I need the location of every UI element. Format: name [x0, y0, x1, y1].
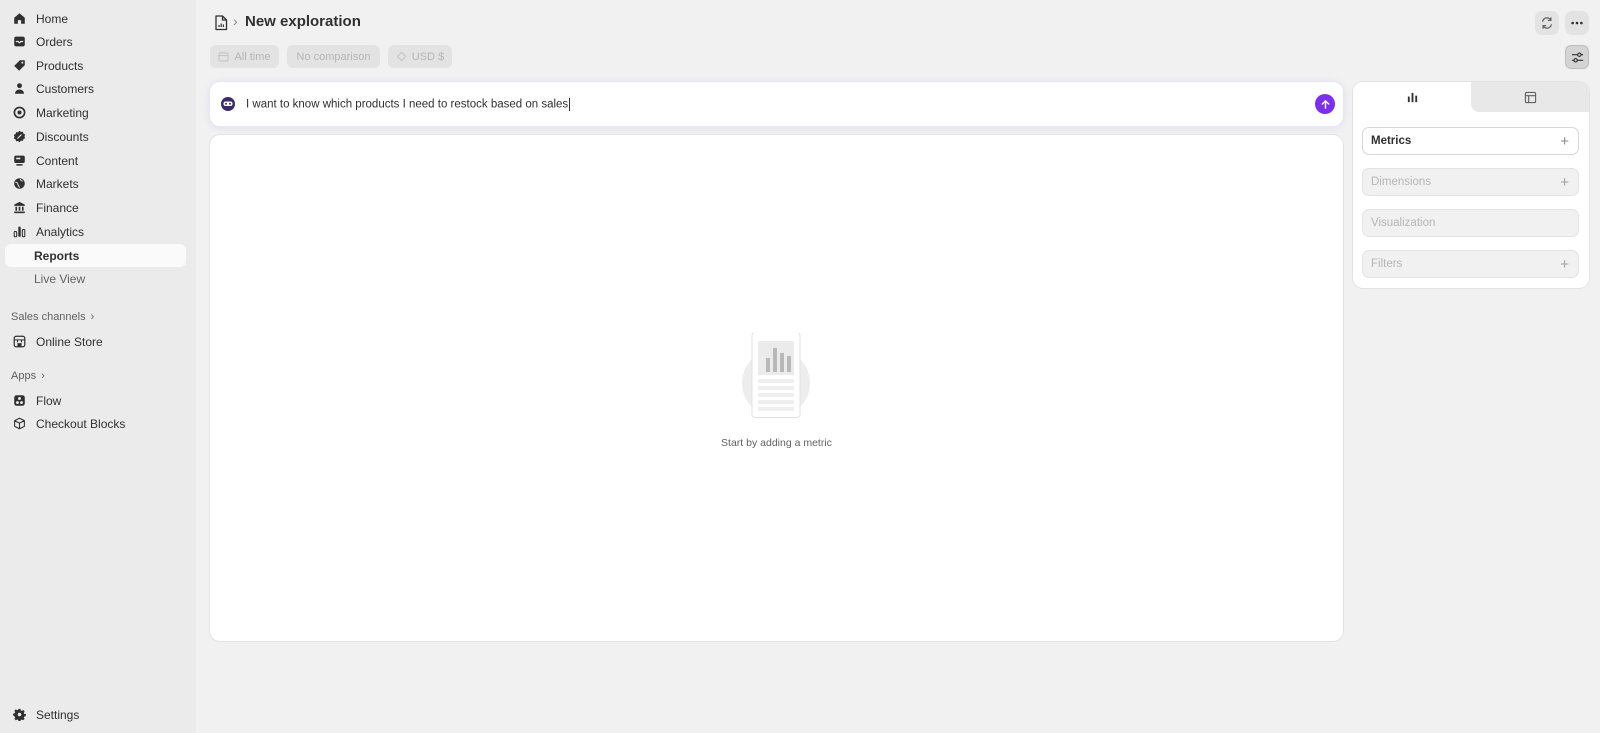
sidebar-item-label: Reports — [34, 248, 80, 263]
sidebar-item-discounts[interactable]: Discounts — [5, 125, 186, 148]
prompt-input[interactable]: I want to know which products I need to … — [246, 97, 571, 111]
configuration-panel: Metrics + Dimensions + Visualization Fil… — [1353, 82, 1589, 288]
date-range-label: All time — [234, 50, 271, 63]
sales-channels-heading[interactable]: Sales channels › — [11, 311, 94, 323]
sidebar-item-marketing[interactable]: Marketing — [5, 101, 186, 124]
globe-icon — [12, 177, 26, 191]
arrow-up-icon — [1321, 99, 1329, 109]
bar-chart-icon — [1407, 92, 1417, 102]
apps-heading[interactable]: Apps › — [11, 370, 45, 382]
sidebar-item-label: Analytics — [36, 224, 85, 239]
sidebar-item-label: Orders — [36, 34, 73, 49]
discount-icon — [12, 130, 26, 144]
tag-icon — [12, 59, 26, 73]
visualization-field[interactable]: Visualization — [1362, 209, 1579, 237]
sidebar-item-label: Finance — [36, 200, 79, 215]
tab-table[interactable] — [1471, 82, 1589, 112]
sidekick-icon — [221, 97, 235, 111]
sidebar-item-customers[interactable]: Customers — [5, 77, 186, 100]
metrics-label: Metrics — [1371, 135, 1412, 147]
sidebar-item-label: Home — [36, 11, 69, 26]
chart-icon — [12, 225, 26, 239]
visualization-canvas: Start by adding a metric — [210, 135, 1343, 641]
sidebar-item-label: Customers — [36, 81, 95, 96]
panel-tabs — [1353, 82, 1589, 112]
sidebar-item-finance[interactable]: Finance — [5, 196, 186, 219]
dimensions-label: Dimensions — [1371, 176, 1432, 188]
sidebar-item-label: Content — [36, 153, 79, 168]
sidebar-item-label: Discounts — [36, 129, 89, 144]
filters-field[interactable]: Filters + — [1362, 250, 1579, 278]
inbox-icon — [12, 35, 26, 49]
add-filter-icon[interactable]: + — [1560, 257, 1569, 272]
flow-icon — [12, 394, 26, 408]
target-icon — [12, 106, 26, 120]
more-actions-button[interactable] — [1565, 11, 1589, 35]
sidebar-item-label: Checkout Blocks — [36, 416, 126, 431]
prompt-text: I want to know which products I need to … — [246, 98, 569, 111]
comparison-picker[interactable]: No comparison — [287, 45, 380, 68]
sidebar-item-settings[interactable]: Settings — [5, 703, 186, 726]
comparison-label: No comparison — [296, 50, 371, 63]
refresh-button[interactable] — [1535, 11, 1559, 35]
sidebar-item-orders[interactable]: Orders — [5, 30, 186, 53]
tab-visualization[interactable] — [1353, 82, 1471, 112]
sidebar-item-checkout-blocks[interactable]: Checkout Blocks — [5, 412, 186, 435]
home-icon — [12, 12, 26, 26]
content-icon — [12, 154, 26, 168]
sidebar-item-analytics[interactable]: Analytics — [5, 220, 186, 243]
sidebar-item-online-store[interactable]: Online Store — [5, 330, 186, 353]
currency-icon — [396, 51, 407, 62]
empty-chart-illustration — [742, 333, 810, 418]
sidebar-item-flow[interactable]: Flow — [5, 389, 186, 412]
sidebar-item-live-view[interactable]: Live View — [5, 267, 186, 290]
sidebar-item-label: Marketing — [36, 105, 89, 120]
panel-toggle-button[interactable] — [1565, 45, 1589, 69]
add-dimension-icon[interactable]: + — [1560, 175, 1569, 190]
section-title: Sales channels — [11, 311, 86, 323]
sidebar-item-label: Flow — [36, 393, 62, 408]
report-file-icon[interactable] — [214, 15, 228, 31]
sidebar-item-products[interactable]: Products — [5, 54, 186, 77]
ai-prompt-bar[interactable]: I want to know which products I need to … — [210, 82, 1343, 126]
sliders-icon — [1571, 51, 1583, 63]
sidebar-item-home[interactable]: Home — [5, 7, 186, 30]
sidebar-item-label: Settings — [36, 707, 80, 722]
empty-state-message: Start by adding a metric — [721, 437, 832, 449]
bank-icon — [12, 201, 26, 215]
more-horizontal-icon — [1571, 21, 1583, 25]
chevron-right-icon: › — [90, 311, 95, 323]
sidebar: Home Orders Products Customers Marketing… — [0, 0, 196, 733]
section-title: Apps — [11, 370, 37, 382]
currency-label: USD $ — [411, 50, 445, 63]
refresh-icon — [1542, 17, 1552, 29]
cube-icon — [12, 417, 26, 431]
chevron-right-icon: › — [41, 370, 45, 382]
send-button[interactable] — [1315, 94, 1335, 114]
calendar-icon — [218, 52, 230, 62]
breadcrumb-separator: › — [233, 13, 238, 29]
store-icon — [12, 335, 26, 349]
sidebar-item-content[interactable]: Content — [5, 149, 186, 172]
sidebar-item-markets[interactable]: Markets — [5, 172, 186, 195]
metrics-field[interactable]: Metrics + — [1362, 127, 1579, 155]
currency-picker[interactable]: USD $ — [388, 45, 452, 68]
add-metric-icon[interactable]: + — [1560, 134, 1569, 149]
dimensions-field[interactable]: Dimensions + — [1362, 168, 1579, 196]
filters-label: Filters — [1371, 258, 1403, 270]
date-range-picker[interactable]: All time — [210, 45, 279, 68]
text-caret — [569, 97, 571, 111]
person-icon — [12, 82, 26, 96]
visualization-label: Visualization — [1371, 217, 1436, 229]
sidebar-item-label: Markets — [36, 176, 79, 191]
table-icon — [1524, 91, 1536, 103]
sidebar-item-label: Live View — [34, 271, 86, 286]
sidebar-item-reports[interactable]: Reports — [5, 244, 186, 267]
page-title: New exploration — [245, 13, 361, 30]
sidebar-item-label: Products — [36, 58, 84, 73]
sidebar-item-label: Online Store — [36, 334, 103, 349]
gear-icon — [12, 708, 26, 722]
